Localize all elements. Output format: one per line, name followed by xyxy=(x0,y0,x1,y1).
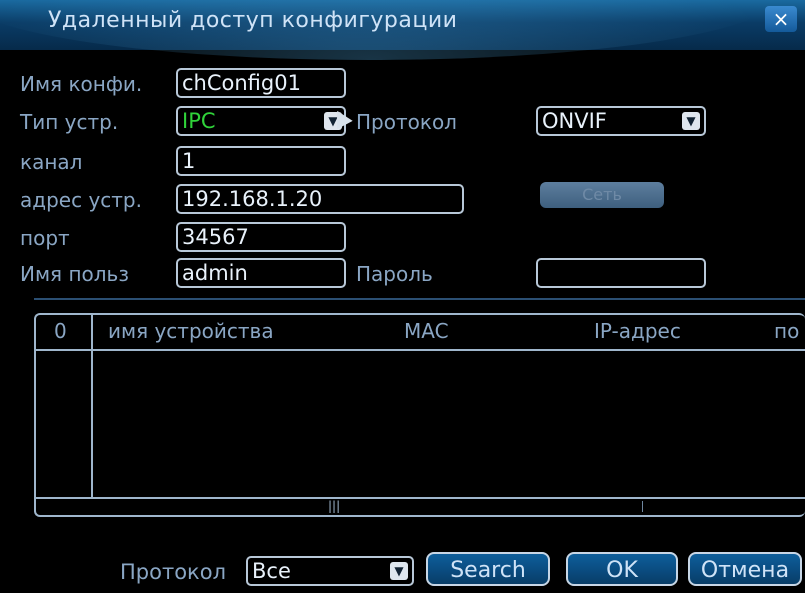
port-label: порт xyxy=(20,226,70,250)
device-address-input[interactable]: 192.168.1.20 xyxy=(176,184,464,214)
remote-config-dialog: Удаленный доступ конфигурации × Имя конф… xyxy=(0,0,805,593)
password-label: Пароль xyxy=(356,262,433,286)
address-label: адрес устр. xyxy=(20,188,142,212)
horizontal-scrollbar[interactable]: ||| xyxy=(36,497,805,515)
column-header-mac: MAC xyxy=(404,319,449,343)
title-bar: Удаленный доступ конфигурации × xyxy=(0,0,805,60)
ok-button[interactable]: OK xyxy=(566,552,678,586)
channel-label: канал xyxy=(20,150,83,174)
scrollbar-marker xyxy=(642,501,643,512)
table-header-divider xyxy=(36,349,805,351)
close-icon[interactable]: × xyxy=(765,6,797,32)
chevron-down-icon[interactable]: ▼ xyxy=(390,562,408,580)
channel-input[interactable]: 1 xyxy=(176,146,346,176)
config-name-label: Имя конфи. xyxy=(20,72,143,96)
footer-protocol-select[interactable]: Все xyxy=(246,556,414,586)
column-header-device-name: имя устройства xyxy=(108,319,274,343)
device-table[interactable]: 0 имя устройства MAC IP-адрес по ||| xyxy=(34,313,805,517)
column-divider xyxy=(91,315,93,499)
column-header-port: по xyxy=(774,319,800,343)
username-label: Имя польз xyxy=(20,262,129,286)
dialog-title: Удаленный доступ конфигурации xyxy=(48,8,458,33)
device-type-label: Тип устр. xyxy=(20,110,119,134)
chevron-down-icon[interactable]: ▼ xyxy=(682,112,700,130)
username-input[interactable]: admin xyxy=(176,258,346,288)
search-button[interactable]: Search xyxy=(426,552,550,586)
password-input[interactable] xyxy=(536,258,706,288)
column-header-index: 0 xyxy=(54,319,67,343)
scrollbar-thumb[interactable]: ||| xyxy=(328,500,340,512)
column-header-ip: IP-адрес xyxy=(594,319,681,343)
device-type-select[interactable]: IPC xyxy=(176,106,346,136)
network-button[interactable]: Сеть xyxy=(540,182,664,208)
cancel-button[interactable]: Отмена xyxy=(688,552,802,586)
protocol-select[interactable]: ONVIF xyxy=(536,106,706,136)
protocol-label: Протокол xyxy=(356,110,457,134)
section-divider xyxy=(34,298,805,300)
config-name-input[interactable]: chConfig01 xyxy=(176,68,346,98)
port-input[interactable]: 34567 xyxy=(176,222,346,252)
footer-protocol-label: Протокол xyxy=(120,560,227,584)
